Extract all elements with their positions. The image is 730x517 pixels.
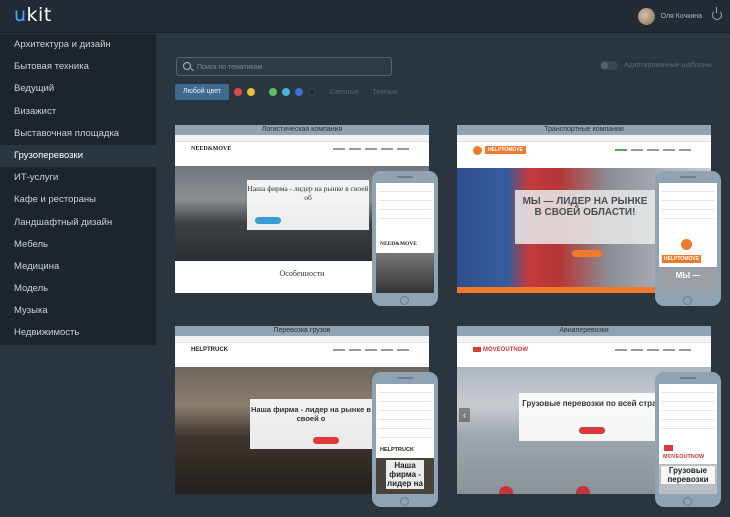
swatch-blue[interactable] bbox=[295, 88, 304, 96]
hero-button bbox=[572, 250, 602, 257]
category-sidebar: Архитектура и дизайн Бытовая техника Вед… bbox=[0, 34, 156, 345]
sidebar-item-cargo[interactable]: Грузоперевозки bbox=[0, 144, 156, 168]
tone-light[interactable]: Светлые bbox=[330, 89, 358, 96]
sidebar-item-furniture[interactable]: Мебель bbox=[0, 234, 156, 256]
swatch-yellow[interactable] bbox=[247, 88, 256, 96]
phone-headline: Грузовые перевозки bbox=[661, 466, 715, 484]
fab-button[interactable] bbox=[576, 486, 590, 494]
template-caption: Перевозка грузов bbox=[175, 326, 429, 336]
phone-brand: NEED&MOVE bbox=[380, 241, 417, 247]
hero-button bbox=[313, 437, 339, 444]
template-caption: Логистическая компания bbox=[175, 125, 429, 135]
phone-mockup: MOVEOUTNOW Грузовые перевозки bbox=[655, 372, 721, 507]
truck-icon bbox=[664, 445, 673, 451]
top-bar: ukit Оля Кочкина bbox=[0, 0, 730, 33]
hero-title: МЫ — ЛИДЕР НА РЫНКЕ В СВОЕЙ ОБЛАСТИ! bbox=[522, 196, 648, 218]
tone-dark[interactable]: Темные bbox=[373, 89, 398, 96]
swatch-red[interactable] bbox=[234, 88, 243, 96]
sidebar-item-model[interactable]: Модель bbox=[0, 278, 156, 300]
username: Оля Кочкина bbox=[660, 13, 702, 20]
search-box bbox=[176, 57, 392, 76]
adaptive-toggle[interactable] bbox=[600, 61, 618, 70]
swatch-green[interactable] bbox=[269, 88, 278, 96]
hero-button bbox=[255, 217, 281, 224]
phone-mockup: HELPTOMOVE МЫ — bbox=[655, 171, 721, 306]
adaptive-toggle-area: Адаптированные шаблоны bbox=[600, 61, 712, 70]
sidebar-item-medicine[interactable]: Медицина bbox=[0, 256, 156, 278]
brand-badge-icon bbox=[473, 145, 482, 155]
swatch-cyan[interactable] bbox=[282, 88, 291, 96]
fab-button[interactable] bbox=[499, 486, 513, 494]
sidebar-item-cafe[interactable]: Кафе и рестораны bbox=[0, 189, 156, 211]
ukit-logo[interactable]: ukit bbox=[14, 4, 52, 26]
sidebar-item-realty[interactable]: Недвижимость bbox=[0, 322, 156, 344]
template-brand: HELPTRUCK bbox=[191, 346, 228, 353]
swatch-dark[interactable] bbox=[308, 88, 317, 96]
template-brand: MOVEOUTNOW bbox=[483, 346, 528, 353]
phone-headline: Наша фирма - лидер на bbox=[386, 460, 424, 489]
sidebar-item-appliances[interactable]: Бытовая техника bbox=[0, 56, 156, 78]
search-input[interactable] bbox=[197, 61, 387, 73]
user-menu[interactable]: Оля Кочкина bbox=[637, 8, 702, 25]
carousel-prev-arrow[interactable]: ‹ bbox=[459, 408, 470, 422]
truck-icon bbox=[473, 347, 481, 352]
sidebar-item-architecture[interactable]: Архитектура и дизайн bbox=[0, 34, 156, 56]
hero-title: Наша фирма - лидер на рынке в своей об bbox=[247, 184, 369, 202]
color-filter: Любой цвет Светлые Темные bbox=[175, 84, 398, 100]
sidebar-item-host[interactable]: Ведущий bbox=[0, 78, 156, 100]
logout-icon[interactable] bbox=[712, 7, 722, 20]
brand-badge-icon bbox=[681, 239, 692, 250]
hero-button bbox=[579, 427, 605, 434]
any-color-button[interactable]: Любой цвет bbox=[175, 84, 230, 100]
phone-brand: HELPTOMOVE bbox=[662, 255, 701, 263]
template-brand: NEED&MOVE bbox=[191, 145, 232, 152]
sidebar-item-it[interactable]: ИТ-услуги bbox=[0, 167, 156, 189]
sidebar-item-landscape[interactable]: Ландшафтный дизайн bbox=[0, 212, 156, 234]
sidebar-item-exhibition[interactable]: Выставочная площадка bbox=[0, 123, 156, 145]
phone-mockup: NEED&MOVE bbox=[372, 171, 438, 306]
hero-title: Грузовые перевозки по всей стране bbox=[522, 399, 666, 408]
template-caption: Транспортные компании bbox=[457, 125, 711, 135]
phone-brand: MOVEOUTNOW bbox=[663, 454, 705, 460]
phone-headline: МЫ — bbox=[675, 271, 701, 280]
phone-mockup: HELPTRUCK Наша фирма - лидер на bbox=[372, 372, 438, 507]
template-brand: HELPTOMOVE bbox=[485, 146, 526, 154]
hero-title: Наша фирма - лидер на рынке в своей о bbox=[251, 405, 371, 423]
sidebar-item-music[interactable]: Музыка bbox=[0, 300, 156, 322]
sidebar-item-makeup[interactable]: Визажист bbox=[0, 101, 156, 123]
phone-brand: HELPTRUCK bbox=[380, 447, 414, 453]
search-icon bbox=[183, 62, 191, 70]
adaptive-toggle-label: Адаптированные шаблоны bbox=[624, 62, 712, 69]
avatar[interactable] bbox=[637, 8, 655, 25]
template-caption: Авиаперевозки bbox=[457, 326, 711, 336]
